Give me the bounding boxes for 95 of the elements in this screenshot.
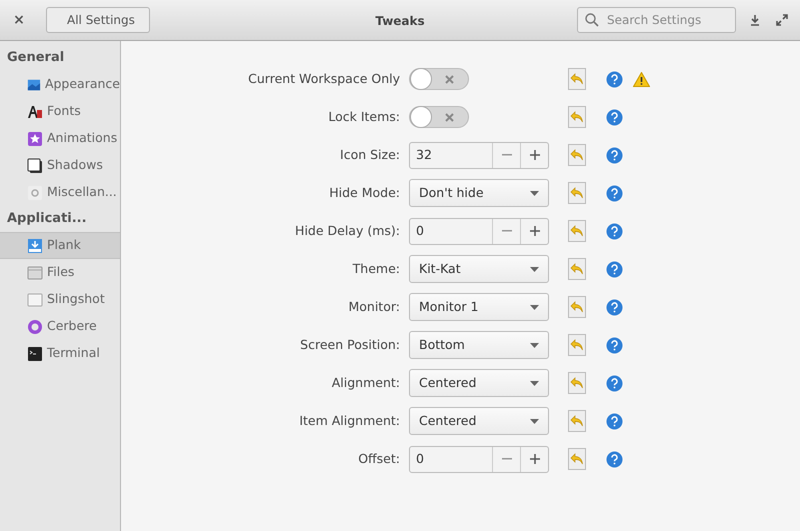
help-icon[interactable] bbox=[606, 70, 623, 88]
setting-label: Screen Position: bbox=[299, 336, 401, 354]
undo-arrow-icon bbox=[570, 301, 584, 313]
caret-icon bbox=[530, 380, 539, 386]
help-icon[interactable] bbox=[606, 298, 623, 316]
undo-arrow-icon bbox=[570, 339, 584, 351]
close-icon bbox=[445, 74, 454, 84]
minus-icon bbox=[502, 154, 512, 156]
download-icon[interactable] bbox=[750, 14, 760, 26]
close-button[interactable]: × bbox=[10, 11, 28, 29]
setting-label: Alignment: bbox=[330, 374, 401, 392]
undo-arrow-icon bbox=[570, 187, 584, 199]
sidebar-heading: General bbox=[6, 49, 66, 67]
dropdown[interactable]: Bottom bbox=[409, 331, 549, 359]
gear-icon bbox=[27, 184, 43, 200]
close-icon bbox=[445, 112, 454, 122]
help-icon[interactable] bbox=[606, 260, 623, 278]
setting-label: Item Alignment: bbox=[298, 412, 401, 430]
undo-arrow-icon bbox=[570, 73, 584, 85]
setting-label: Offset: bbox=[357, 450, 401, 468]
window-icon bbox=[27, 158, 43, 174]
setting-label: Lock Items: bbox=[327, 108, 401, 126]
caret-icon bbox=[530, 418, 539, 424]
setting-label: Monitor: bbox=[347, 298, 401, 316]
undo-arrow-icon bbox=[570, 263, 584, 275]
help-icon[interactable] bbox=[606, 184, 623, 202]
undo-arrow-icon bbox=[570, 377, 584, 389]
search-icon bbox=[585, 13, 599, 27]
setting-label: Icon Size: bbox=[339, 146, 401, 164]
maximize-icon[interactable] bbox=[776, 14, 788, 26]
terminal-icon bbox=[27, 346, 43, 362]
window-title: Tweaks bbox=[374, 13, 426, 30]
warning-icon bbox=[633, 72, 650, 86]
undo-arrow-icon bbox=[570, 453, 584, 465]
sidebar-item[interactable]: Miscellan... bbox=[0, 179, 120, 206]
reset-button[interactable] bbox=[568, 334, 586, 356]
setting-label: Current Workspace Only bbox=[247, 70, 401, 88]
font-icon bbox=[27, 104, 43, 120]
reset-button[interactable] bbox=[568, 106, 586, 128]
help-icon[interactable] bbox=[606, 108, 623, 126]
sidebar-item[interactable]: Terminal bbox=[0, 340, 120, 367]
sidebar-item[interactable]: Animations bbox=[0, 125, 120, 152]
reset-button[interactable] bbox=[568, 220, 586, 242]
back-button[interactable]: All Settings bbox=[46, 7, 150, 33]
sidebar-item[interactable]: Shadows bbox=[0, 152, 120, 179]
dropdown[interactable]: Kit-Kat bbox=[409, 255, 549, 283]
reset-button[interactable] bbox=[568, 448, 586, 470]
caret-icon bbox=[530, 304, 539, 310]
reset-button[interactable] bbox=[568, 296, 586, 318]
sidebar-heading: Applicati... bbox=[6, 210, 88, 228]
sidebar-item[interactable]: Appearance bbox=[0, 71, 120, 98]
sidebar-item[interactable]: Plank bbox=[0, 232, 120, 259]
dock-icon bbox=[27, 238, 43, 254]
spin-field[interactable]: 0 bbox=[409, 218, 549, 244]
reset-button[interactable] bbox=[568, 258, 586, 280]
reset-button[interactable] bbox=[568, 182, 586, 204]
search-field[interactable]: Search Settings bbox=[577, 7, 736, 33]
ring-icon bbox=[27, 318, 43, 334]
help-icon[interactable] bbox=[606, 450, 623, 468]
setting-label: Hide Delay (ms): bbox=[294, 222, 401, 240]
sidebar-item[interactable]: Cerbere bbox=[0, 313, 120, 340]
undo-arrow-icon bbox=[570, 225, 584, 237]
plus-icon bbox=[530, 226, 540, 236]
spin-field[interactable]: 0 bbox=[409, 446, 549, 472]
dropdown[interactable]: Centered bbox=[409, 369, 549, 397]
reset-button[interactable] bbox=[568, 372, 586, 394]
spin-field[interactable]: 32 bbox=[409, 142, 549, 168]
reset-button[interactable] bbox=[568, 410, 586, 432]
minus-icon bbox=[502, 458, 512, 460]
caret-icon bbox=[530, 190, 539, 196]
plus-icon bbox=[530, 150, 540, 160]
plus-icon bbox=[530, 454, 540, 464]
help-icon[interactable] bbox=[606, 146, 623, 164]
help-icon[interactable] bbox=[606, 336, 623, 354]
help-icon[interactable] bbox=[606, 412, 623, 430]
reset-button[interactable] bbox=[568, 144, 586, 166]
undo-arrow-icon bbox=[570, 111, 584, 123]
toggle-switch[interactable] bbox=[409, 68, 469, 90]
sidebar-item[interactable]: Files bbox=[0, 259, 120, 286]
sidebar-item[interactable]: Slingshot bbox=[0, 286, 120, 313]
dropdown[interactable]: Centered bbox=[409, 407, 549, 435]
setting-label: Hide Mode: bbox=[328, 184, 401, 202]
dropdown[interactable]: Don't hide bbox=[409, 179, 549, 207]
sidebar-item[interactable]: Fonts bbox=[0, 98, 120, 125]
caret-icon bbox=[530, 266, 539, 272]
setting-label: Theme: bbox=[352, 260, 401, 278]
toggle-switch[interactable] bbox=[409, 106, 469, 128]
dropdown[interactable]: Monitor 1 bbox=[409, 293, 549, 321]
caret-icon bbox=[530, 342, 539, 348]
undo-arrow-icon bbox=[570, 415, 584, 427]
minus-icon bbox=[502, 230, 512, 232]
help-icon[interactable] bbox=[606, 222, 623, 240]
undo-arrow-icon bbox=[570, 149, 584, 161]
reset-button[interactable] bbox=[568, 68, 586, 90]
help-icon[interactable] bbox=[606, 374, 623, 392]
